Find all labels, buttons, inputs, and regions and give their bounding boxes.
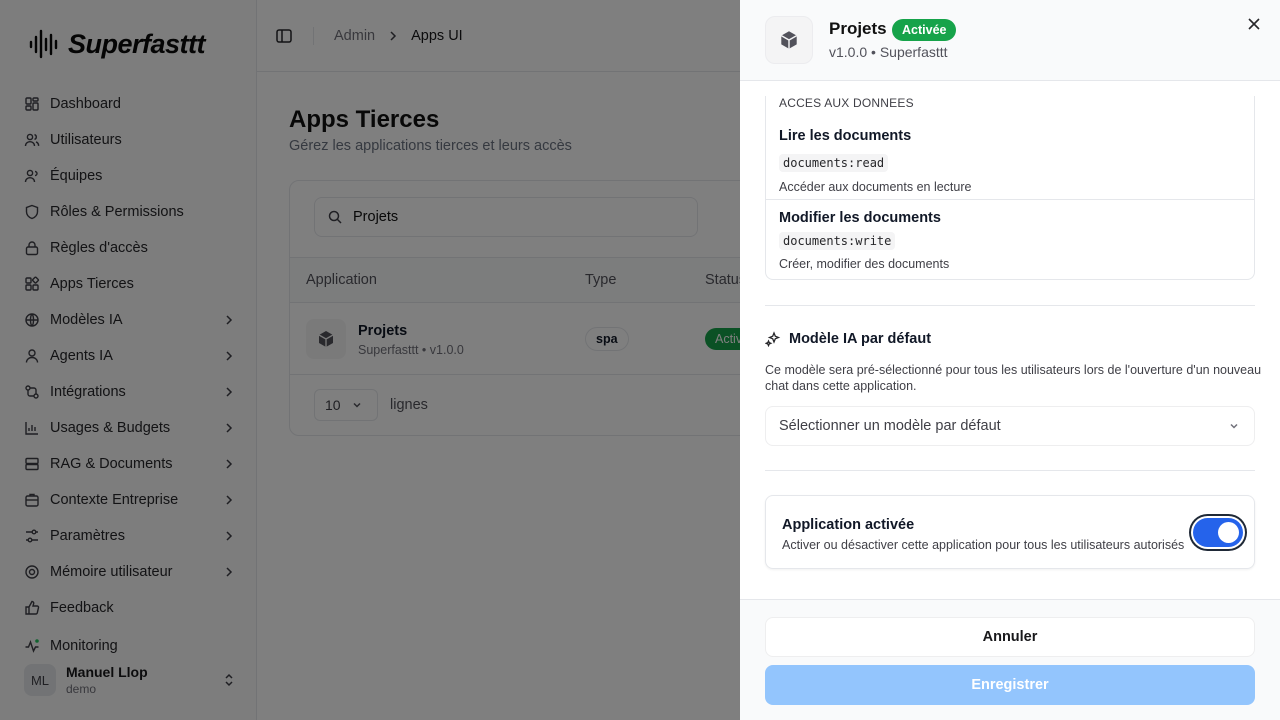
default-model-description: Ce modèle sera pré-sélectionné pour tous…: [765, 363, 1262, 393]
default-model-placeholder: Sélectionner un modèle par défaut: [779, 418, 1001, 434]
divider: [765, 305, 1255, 306]
activation-toggle[interactable]: [1193, 518, 1243, 547]
permissions-section-title: ACCES AUX DONNEES: [779, 96, 914, 110]
activation-title: Application activée: [782, 517, 915, 533]
drawer-header: Projets Activée v1.0.0 • Superfasttt: [740, 0, 1280, 81]
default-model-heading: Modèle IA par défaut: [765, 331, 931, 347]
modal-overlay[interactable]: [0, 0, 740, 720]
drawer-title: Projets: [829, 19, 887, 38]
status-badge: Activée: [892, 19, 957, 41]
drawer-footer: Annuler Enregistrer: [740, 599, 1280, 720]
permission-item: Modifier les documents documents:write C…: [766, 199, 1254, 280]
toggle-knob: [1218, 522, 1239, 543]
permission-scope: documents:write: [779, 232, 896, 250]
chevron-down-icon: [1230, 423, 1238, 429]
default-model-select[interactable]: Sélectionner un modèle par défaut: [765, 406, 1255, 446]
close-icon: [1248, 18, 1260, 30]
permission-description: Accéder aux documents en lecture: [779, 180, 972, 194]
app-details-drawer: Projets Activée v1.0.0 • Superfasttt ACC…: [740, 0, 1280, 720]
permission-item: Lire les documents documents:read Accéde…: [766, 128, 1254, 209]
close-button[interactable]: [1244, 14, 1264, 34]
permissions-list: ACCES AUX DONNEES Lire les documents doc…: [765, 96, 1255, 280]
permission-title: Lire les documents: [779, 128, 912, 144]
permission-title: Modifier les documents: [779, 210, 941, 226]
sparkles-icon: [765, 331, 781, 347]
activation-card: Application activée Activer ou désactive…: [765, 495, 1255, 569]
package-icon: [765, 16, 813, 64]
default-model-title: Modèle IA par défaut: [789, 331, 932, 347]
permission-description: Créer, modifier des documents: [779, 257, 950, 271]
save-button[interactable]: Enregistrer: [765, 665, 1255, 705]
drawer-subtitle: v1.0.0 • Superfasttt: [829, 44, 948, 60]
activation-description: Activer ou désactiver cette application …: [782, 538, 1185, 552]
permission-scope: documents:read: [779, 154, 889, 172]
cancel-button[interactable]: Annuler: [765, 617, 1255, 657]
divider: [765, 470, 1255, 471]
